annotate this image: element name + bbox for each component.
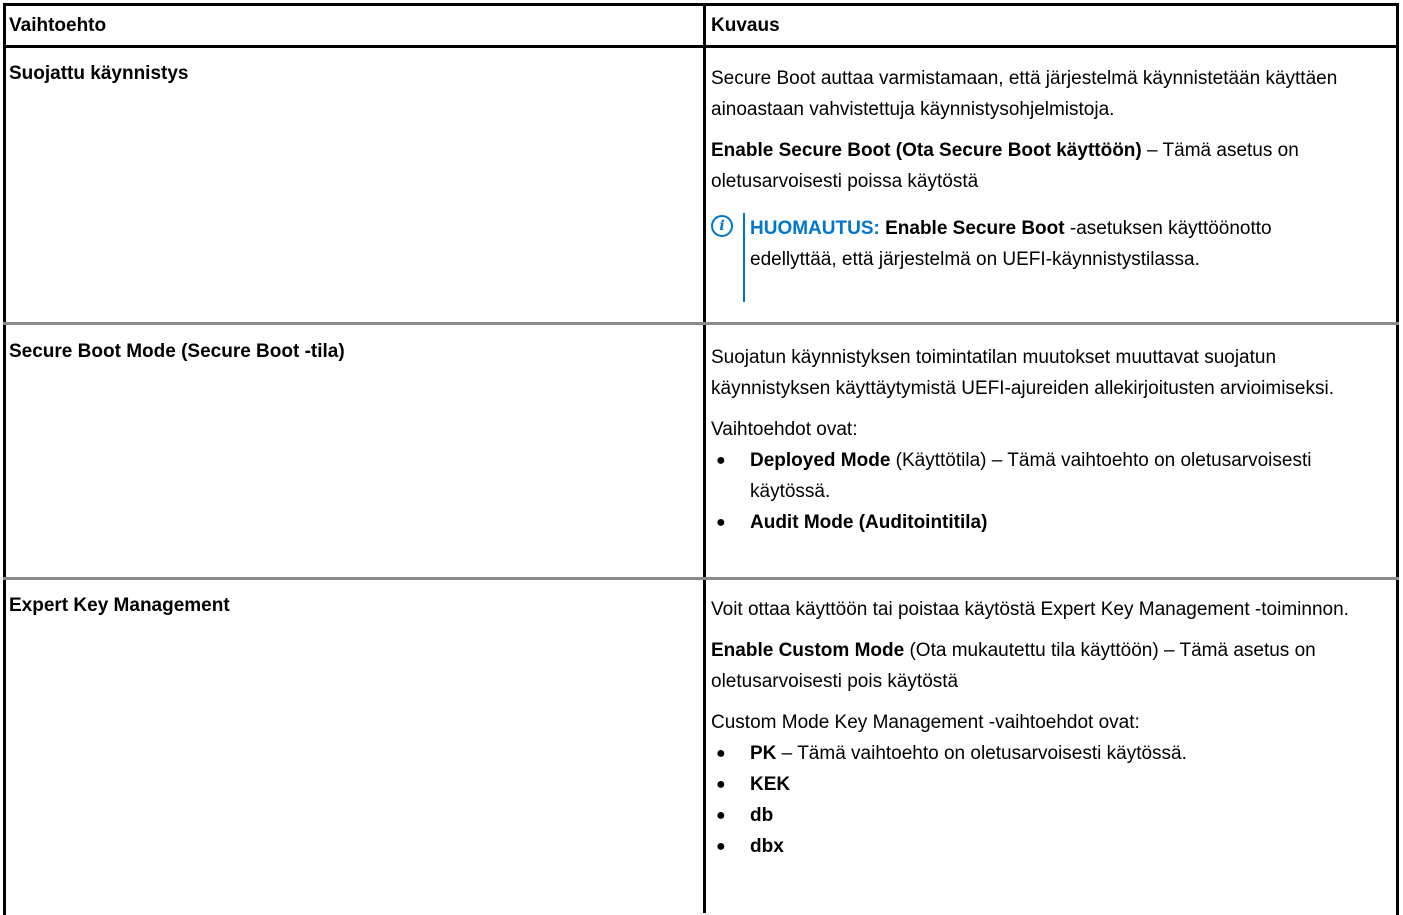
list-item: dbx [711, 831, 1371, 862]
list-item-name: PK [750, 743, 777, 764]
row-description-secure-boot: Secure Boot auttaa varmistamaan, että jä… [711, 63, 1371, 207]
list-item-name: dbx [750, 836, 784, 857]
row-description-expert-key-management: Voit ottaa käyttöön tai poistaa käytöstä… [711, 594, 1371, 862]
list-item-detail: – Tämä vaihtoehto on oletusarvoisesti kä… [776, 743, 1187, 764]
note-label: HUOMAUTUS: [750, 218, 880, 239]
list-item: db [711, 800, 1371, 831]
description-paragraph: Vaihtoehdot ovat: [711, 419, 858, 440]
row-description-secure-boot-mode: Suojatun käynnistyksen toimintatilan muu… [711, 342, 1371, 538]
note-setting-name: Enable Secure Boot [885, 218, 1065, 239]
list-item-name: KEK [750, 774, 791, 795]
info-circle-icon: i [711, 215, 733, 237]
note-accent-bar [743, 213, 745, 302]
key-list: PK – Tämä vaihtoehto on oletusarvoisesti… [711, 738, 1371, 862]
list-item-name: db [750, 805, 774, 826]
row-option-secure-boot: Suojattu käynnistys [9, 63, 189, 84]
setting-name: Enable Custom Mode [711, 640, 905, 661]
description-paragraph: Enable Secure Boot (Ota Secure Boot käyt… [711, 135, 1371, 197]
description-paragraph: Secure Boot auttaa varmistamaan, että jä… [711, 68, 1338, 120]
setting-name: Enable Secure Boot (Ota Secure Boot käyt… [711, 140, 1142, 161]
list-item: Deployed Mode (Käyttötila) – Tämä vaihto… [711, 445, 1371, 507]
description-paragraph: Voit ottaa käyttöön tai poistaa käytöstä… [711, 599, 1349, 620]
list-item: Audit Mode (Auditointitila) [711, 507, 1371, 538]
list-item-name: Deployed Mode [750, 450, 891, 471]
column-divider [703, 3, 706, 913]
header-description: Kuvaus [711, 15, 780, 36]
list-item: KEK [711, 769, 1371, 800]
row-option-expert-key-management: Expert Key Management [9, 595, 230, 616]
note-text: HUOMAUTUS: Enable Secure Boot -asetuksen… [750, 213, 1290, 275]
row-divider [3, 577, 1399, 580]
description-paragraph: Suojatun käynnistyksen toimintatilan muu… [711, 347, 1335, 399]
description-paragraph: Enable Custom Mode (Ota mukautettu tila … [711, 635, 1371, 697]
list-item: PK – Tämä vaihtoehto on oletusarvoisesti… [711, 738, 1371, 769]
list-item-name: Audit Mode (Auditointitila) [750, 512, 988, 533]
mode-list: Deployed Mode (Käyttötila) – Tämä vaihto… [711, 445, 1371, 538]
header-divider [3, 45, 1399, 48]
header-option: Vaihtoehto [9, 15, 107, 36]
row-option-secure-boot-mode: Secure Boot Mode (Secure Boot -tila) [9, 341, 345, 362]
row-divider [3, 322, 1399, 325]
description-paragraph: Custom Mode Key Management -vaihtoehdot … [711, 712, 1140, 733]
